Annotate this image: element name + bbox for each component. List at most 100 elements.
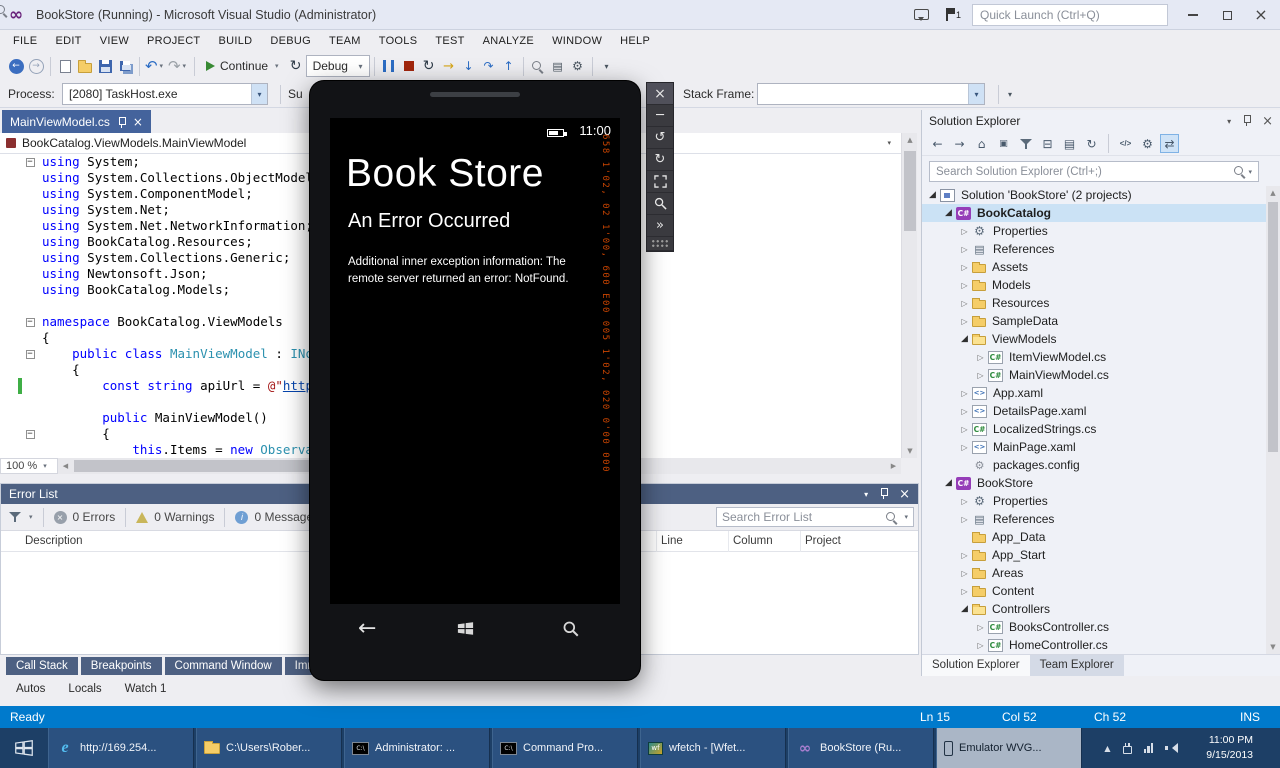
tree-arrow-icon[interactable]: ▷: [958, 587, 971, 596]
tree-item-detailspage-xaml[interactable]: ▷<>DetailsPage.xaml: [922, 402, 1267, 420]
emulator-close-button[interactable]: ×: [647, 83, 673, 105]
tree-item-models[interactable]: ▷Models: [922, 276, 1267, 294]
menu-test[interactable]: TEST: [426, 30, 473, 52]
tree-item-content[interactable]: ▷Content: [922, 582, 1267, 600]
properties-icon[interactable]: ⚙: [1138, 134, 1157, 153]
emulator-rotate-left-button[interactable]: ↺: [647, 127, 673, 149]
menu-analyze[interactable]: ANALYZE: [474, 30, 543, 52]
menu-view[interactable]: VIEW: [91, 30, 138, 52]
step-over-icon[interactable]: ↷: [479, 56, 499, 76]
tree-item-references[interactable]: ▷▤References: [922, 510, 1267, 528]
tab-team-explorer[interactable]: Team Explorer: [1030, 655, 1124, 676]
menu-debug[interactable]: DEBUG: [261, 30, 320, 52]
redo-icon[interactable]: ↷▾: [164, 56, 190, 76]
tab-autos[interactable]: Autos: [6, 680, 55, 698]
tree-item-bookcatalog[interactable]: ◢C#BookCatalog: [922, 204, 1267, 222]
tree-item-packages-config[interactable]: ⚙packages.config: [922, 456, 1267, 474]
start-button[interactable]: [0, 728, 48, 768]
errors-count[interactable]: 0 Errors: [73, 510, 116, 524]
menu-file[interactable]: FILE: [4, 30, 46, 52]
save-icon[interactable]: [95, 56, 115, 76]
close-icon[interactable]: ×: [133, 115, 143, 129]
tree-arrow-icon[interactable]: ▷: [974, 353, 987, 362]
navigate-forward-icon[interactable]: →: [26, 56, 46, 76]
menu-help[interactable]: HELP: [611, 30, 659, 52]
emulator-minimize-button[interactable]: ─: [647, 105, 673, 127]
tree-item-app-start[interactable]: ▷App_Start: [922, 546, 1267, 564]
taskbar-button-command-prompt[interactable]: C:\Command Pro...: [492, 728, 638, 768]
home-icon[interactable]: ⌂: [972, 134, 991, 153]
tree-item-mainviewmodel-cs[interactable]: ▷C#MainViewModel.cs: [922, 366, 1267, 384]
tree-item-areas[interactable]: ▷Areas: [922, 564, 1267, 582]
minimize-button[interactable]: [1178, 0, 1208, 30]
scroll-up-icon[interactable]: ▲: [902, 133, 918, 147]
taskbar-clock[interactable]: 11:00 PM 9/15/2013: [1191, 733, 1253, 763]
tree-arrow-icon[interactable]: ◢: [942, 208, 955, 218]
tree-item-sampledata[interactable]: ▷SampleData: [922, 312, 1267, 330]
taskbar-button-command-prompt[interactable]: C:\Administrator: ...: [344, 728, 490, 768]
window-position-icon[interactable]: ▾: [864, 490, 868, 499]
scrollbar-thumb[interactable]: [904, 151, 916, 231]
tree-item-app-xaml[interactable]: ▷<>App.xaml: [922, 384, 1267, 402]
filter-icon[interactable]: [9, 511, 21, 523]
tree-arrow-icon[interactable]: ▷: [958, 389, 971, 398]
tree-item-solution-bookstore-2-projects[interactable]: ◢Solution 'BookStore' (2 projects): [922, 186, 1267, 204]
volume-icon[interactable]: [1165, 741, 1179, 755]
pending-changes-filter-icon[interactable]: [1016, 134, 1035, 153]
tree-arrow-icon[interactable]: ▷: [958, 317, 971, 326]
toolbar-overflow-icon[interactable]: ▾: [1000, 84, 1020, 104]
pin-icon[interactable]: [118, 116, 125, 128]
tree-item-references[interactable]: ▷▤References: [922, 240, 1267, 258]
fold-toggle-icon[interactable]: −: [26, 158, 35, 167]
warnings-count[interactable]: 0 Warnings: [154, 510, 214, 524]
tab-watch-1[interactable]: Watch 1: [115, 680, 177, 698]
phone-search-button[interactable]: [562, 620, 580, 641]
tree-arrow-icon[interactable]: ▷: [958, 227, 971, 236]
tree-item-properties[interactable]: ▷⚙Properties: [922, 222, 1267, 240]
messages-count[interactable]: 0 Message: [254, 510, 313, 524]
fold-toggle-icon[interactable]: −: [26, 350, 35, 359]
debug-target-dropdown[interactable]: Debug ▾: [306, 55, 370, 77]
close-button[interactable]: ×: [1246, 0, 1276, 30]
scroll-down-icon[interactable]: ▼: [1266, 640, 1280, 654]
collapse-all-icon[interactable]: ⊟: [1038, 134, 1057, 153]
menu-window[interactable]: WINDOW: [543, 30, 611, 52]
tree-arrow-icon[interactable]: ▷: [974, 641, 987, 650]
taskbar-button-wfetch[interactable]: wfwfetch - [Wfet...: [640, 728, 786, 768]
tab-command-window[interactable]: Command Window: [165, 657, 282, 675]
scrollbar-thumb[interactable]: [1268, 202, 1278, 452]
pin-icon[interactable]: [880, 488, 887, 500]
taskbar-button-emulator[interactable]: Emulator WVG...: [936, 728, 1082, 768]
tree-item-assets[interactable]: ▷Assets: [922, 258, 1267, 276]
column-header-description[interactable]: Description: [21, 531, 83, 552]
stop-debugging-icon[interactable]: [399, 56, 419, 76]
undo-icon[interactable]: ↶▾: [144, 56, 164, 76]
solution-configurations-icon[interactable]: ▤: [548, 56, 568, 76]
hardware-icon[interactable]: [1123, 746, 1132, 754]
step-into-icon[interactable]: ↓: [459, 56, 479, 76]
fold-toggle-icon[interactable]: −: [26, 430, 35, 439]
open-file-icon[interactable]: [75, 56, 95, 76]
tree-arrow-icon[interactable]: ◢: [958, 334, 971, 344]
navigate-back-icon[interactable]: ←: [6, 56, 26, 76]
phone-start-button[interactable]: [456, 619, 475, 641]
tree-arrow-icon[interactable]: ▷: [958, 425, 971, 434]
scroll-right-icon[interactable]: ▶: [886, 458, 901, 474]
solution-explorer-search-input[interactable]: Search Solution Explorer (Ctrl+;) ▾: [929, 161, 1259, 182]
tree-item-homecontroller-cs[interactable]: ▷C#HomeController.cs: [922, 636, 1267, 654]
tree-arrow-icon[interactable]: ▷: [958, 497, 971, 506]
scope-icon[interactable]: ▣: [994, 134, 1013, 153]
tab-call-stack[interactable]: Call Stack: [6, 657, 78, 675]
tree-arrow-icon[interactable]: ▷: [958, 443, 971, 452]
tree-arrow-icon[interactable]: ▷: [958, 515, 971, 524]
tree-item-mainpage-xaml[interactable]: ▷<>MainPage.xaml: [922, 438, 1267, 456]
step-out-icon[interactable]: ↑: [499, 56, 519, 76]
back-icon[interactable]: ←: [928, 134, 947, 153]
restart-debugging-icon[interactable]: ↻: [419, 56, 439, 76]
taskbar-button-folder[interactable]: C:\Users\Rober...: [196, 728, 342, 768]
column-header-line[interactable]: Line: [656, 531, 683, 552]
tree-item-itemviewmodel-cs[interactable]: ▷C#ItemViewModel.cs: [922, 348, 1267, 366]
show-next-statement-icon[interactable]: →: [439, 56, 459, 76]
feedback-icon[interactable]: [914, 9, 929, 20]
process-dropdown[interactable]: [2080] TaskHost.exe ▾: [62, 83, 268, 105]
